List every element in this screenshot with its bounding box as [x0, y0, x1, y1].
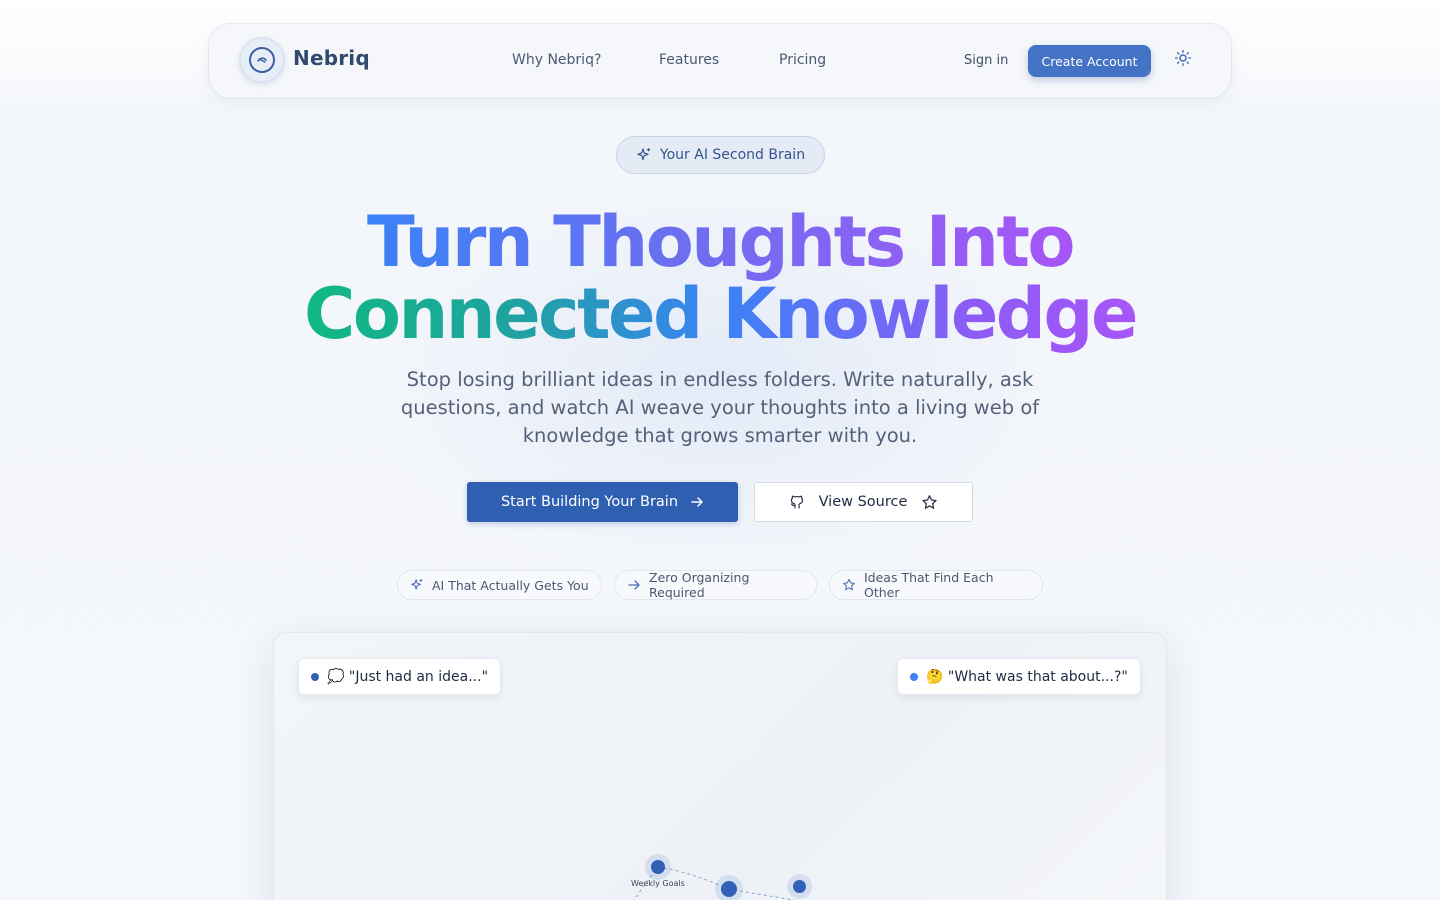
hero-subtitle: Stop losing brilliant ideas in endless f… [400, 368, 1040, 447]
hero-headline-line2: Connected Knowledge [303, 273, 1139, 355]
logo[interactable] [239, 37, 285, 83]
top-navbar: Nebriq Why Nebriq? Features Pricing Sign… [209, 24, 1231, 98]
nav-link-why[interactable]: Why Nebriq? [512, 52, 601, 68]
hero-headline-line1: Turn Thoughts Into [367, 201, 1076, 283]
hero-badge: Your AI Second Brain [616, 136, 825, 174]
nav-link-features[interactable]: Features [659, 52, 719, 68]
sparkles-icon [410, 578, 424, 592]
feature-pill-label: Ideas That Find Each Other [864, 570, 994, 600]
arrow-right-icon [627, 578, 641, 592]
hero-badge-label: Your AI Second Brain [659, 147, 806, 163]
star-icon [842, 578, 856, 592]
sun-icon[interactable] [1174, 49, 1192, 67]
view-source-button[interactable]: View Source [754, 482, 973, 522]
graph-node-label: Weekly Goals [631, 879, 685, 888]
graph-edges [633, 866, 797, 900]
sign-in-link[interactable]: Sign in [964, 53, 1008, 68]
nav-link-pricing[interactable]: Pricing [779, 52, 826, 68]
start-building-label: Start Building Your Brain [500, 494, 679, 510]
github-icon [789, 494, 805, 510]
feature-pill-label: AI That Actually Gets You [432, 577, 589, 593]
view-source-label: View Source [818, 494, 908, 510]
sparkles-icon [636, 147, 652, 163]
graph-node[interactable] [793, 880, 806, 893]
demo-graph-panel: 💭 "Just had an idea..." 🤔 "What was that… [273, 632, 1167, 900]
graph-node[interactable] [721, 881, 737, 897]
feature-pill-ai: AI That Actually Gets You [397, 570, 602, 600]
graph-node[interactable] [651, 860, 665, 874]
brain-logo-icon [249, 47, 275, 73]
brand-name[interactable]: Nebriq [293, 46, 370, 70]
feature-pill-organizing: Zero Organizing Required [614, 570, 817, 600]
star-icon [921, 494, 938, 511]
arrow-right-icon [690, 495, 704, 509]
feature-pill-label: Zero Organizing Required [649, 570, 750, 600]
create-account-button[interactable]: Create Account [1028, 45, 1151, 77]
start-building-button[interactable]: Start Building Your Brain [467, 482, 738, 522]
feature-pill-ideas: Ideas That Find Each Other [829, 570, 1043, 600]
